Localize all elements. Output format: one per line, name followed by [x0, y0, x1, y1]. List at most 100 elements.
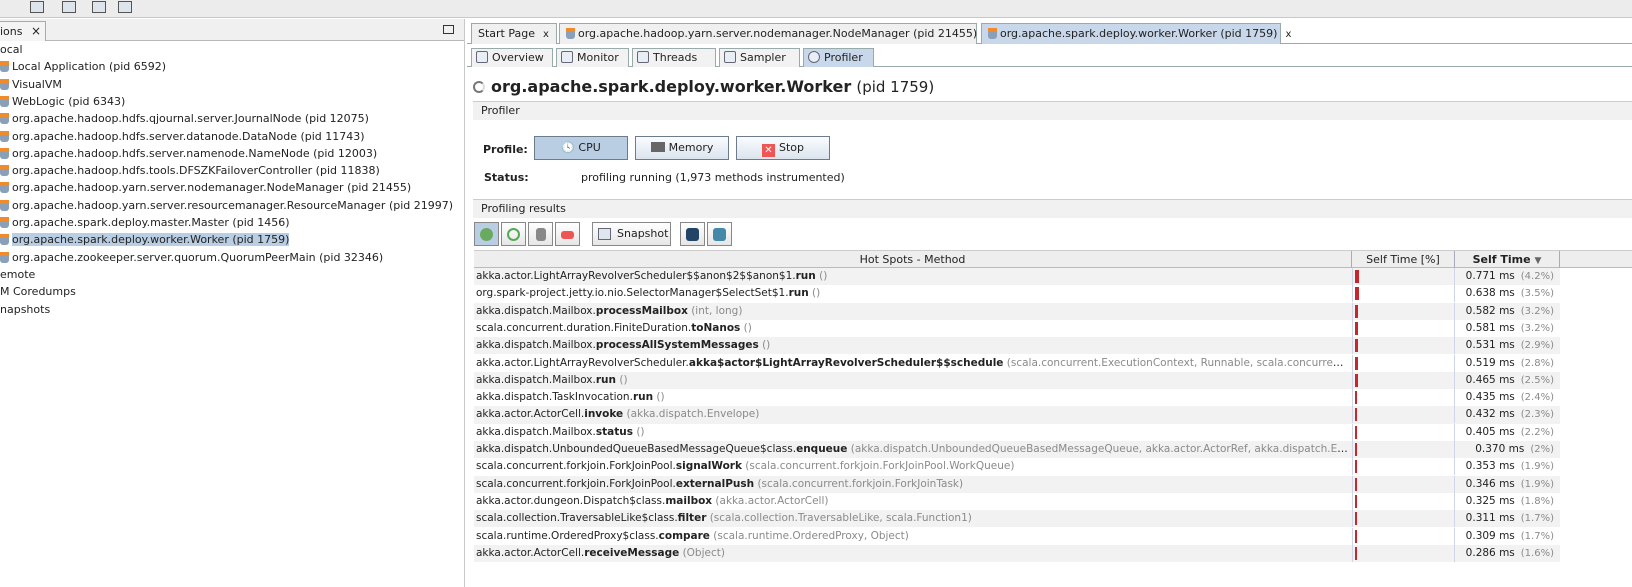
applications-panel-header: ions × — [0, 19, 464, 41]
applications-tab[interactable]: ions × — [0, 21, 46, 41]
stop-label: Stop — [778, 141, 804, 154]
refresh-button[interactable] — [501, 222, 526, 246]
method-class: scala.concurrent.duration.FiniteDuration… — [476, 321, 692, 334]
heap-dump-icon[interactable] — [92, 1, 106, 13]
tree-item[interactable]: M Coredumps — [0, 283, 76, 300]
tab-threads[interactable]: Threads — [632, 48, 716, 67]
tree-item-label: org.apache.hadoop.hdfs.tools.DFSZKFailov… — [12, 164, 380, 178]
table-row[interactable]: scala.collection.TraversableLike$class.f… — [474, 510, 1560, 528]
add-jmx-icon[interactable] — [30, 1, 44, 13]
method-cell: scala.concurrent.duration.FiniteDuration… — [476, 320, 1350, 337]
method-name: run — [632, 391, 654, 404]
self-time-cell: 0.325 ms (1.8%) — [1455, 493, 1558, 510]
auto-refresh-button[interactable] — [474, 222, 499, 246]
snapshot-icon[interactable] — [118, 1, 132, 13]
table-row[interactable]: scala.concurrent.duration.FiniteDuration… — [474, 319, 1560, 337]
tree-item[interactable]: emote — [0, 266, 35, 283]
snapshot-button[interactable]: Snapshot — [592, 222, 671, 246]
table-row[interactable]: akka.dispatch.UnboundedQueueBasedMessage… — [474, 441, 1560, 459]
method-cell: akka.dispatch.Mailbox.run () — [476, 372, 1350, 389]
tree-item[interactable]: org.apache.spark.deploy.master.Master (p… — [0, 214, 290, 231]
tree-item-label: org.apache.hadoop.yarn.server.nodemanage… — [12, 181, 412, 195]
tab-sampler[interactable]: Sampler — [719, 48, 800, 67]
table-row[interactable]: akka.dispatch.Mailbox.processMailbox (in… — [474, 302, 1560, 320]
close-icon[interactable]: × — [31, 24, 41, 38]
table-row[interactable]: akka.actor.LightArrayRevolverScheduler$$… — [474, 268, 1560, 286]
java-cup-icon — [0, 199, 9, 211]
document-tab[interactable]: org.apache.hadoop.yarn.server.nodemanage… — [559, 23, 991, 44]
method-args: () — [740, 321, 752, 334]
tree-item[interactable]: ocal — [0, 41, 23, 58]
document-tab[interactable]: Start Page x — [471, 23, 557, 44]
method-args: (scala.runtime.OrderedProxy, Object) — [709, 529, 909, 542]
table-row[interactable]: akka.actor.LightArrayRevolverScheduler.a… — [474, 354, 1560, 372]
table-row[interactable]: akka.dispatch.Mailbox.run () 0.465 ms (2.5… — [474, 371, 1560, 390]
tree-item[interactable]: org.apache.hadoop.yarn.server.resourcema… — [0, 197, 453, 214]
self-time-percent: (1.9%) — [1520, 478, 1554, 490]
self-time-bar — [1355, 477, 1357, 491]
self-time-value: 0.311 ms — [1465, 512, 1515, 525]
self-time-cell: 0.519 ms (2.8%) — [1455, 355, 1558, 372]
minimize-icon[interactable] — [443, 25, 454, 34]
table-row[interactable]: akka.dispatch.Mailbox.status () 0.405 ms (… — [474, 423, 1560, 441]
reset-button[interactable] — [528, 222, 553, 246]
table-row[interactable]: akka.actor.dungeon.Dispatch$class.mailbo… — [474, 492, 1560, 510]
table-row[interactable]: scala.concurrent.forkjoin.ForkJoinPool.s… — [474, 458, 1560, 476]
table-row[interactable]: akka.actor.ActorCell.invoke (akka.dispat… — [474, 406, 1560, 424]
tree-item-label: napshots — [0, 302, 51, 316]
table-row[interactable]: akka.actor.ActorCell.receiveMessage (Obj… — [474, 544, 1560, 563]
tree-item[interactable]: napshots — [0, 301, 50, 318]
export-button[interactable] — [555, 222, 580, 246]
self-time-percent: (2%) — [1530, 444, 1554, 455]
save-button[interactable] — [680, 222, 705, 246]
document-tab[interactable]: org.apache.spark.deploy.worker.Worker (p… — [981, 23, 1291, 44]
column-method[interactable]: Hot Spots - Method — [474, 251, 1352, 268]
tab-profiler[interactable]: Profiler — [803, 48, 874, 67]
tree-item[interactable]: org.apache.hadoop.hdfs.server.namenode.N… — [0, 145, 377, 162]
self-time-bar-cell — [1352, 527, 1455, 545]
method-cell: scala.collection.TraversableLike$class.f… — [476, 510, 1350, 527]
tree-item-label: VisualVM — [12, 77, 62, 91]
self-time-bar — [1355, 494, 1357, 508]
sort-desc-icon: ▼ — [1534, 256, 1542, 266]
tree-item[interactable]: org.apache.hadoop.hdfs.server.datanode.D… — [0, 128, 365, 145]
table-row[interactable]: org.spark-project.jetty.io.nio.SelectorM… — [474, 285, 1560, 303]
table-row[interactable]: akka.dispatch.Mailbox.processAllSystemMe… — [474, 337, 1560, 355]
column-self-time[interactable]: Self Time ▼ — [1455, 251, 1560, 268]
tree-item[interactable]: org.apache.hadoop.yarn.server.nodemanage… — [0, 179, 411, 196]
tree-item[interactable]: VisualVM — [0, 76, 62, 93]
self-time-value: 0.286 ms — [1465, 546, 1515, 559]
tree-item[interactable]: org.apache.hadoop.hdfs.qjournal.server.J… — [0, 110, 369, 127]
visualvm-icon — [0, 78, 9, 90]
tree-item[interactable]: WebLogic (pid 6343) — [0, 93, 125, 110]
method-args: (akka.actor.ActorCell) — [712, 494, 829, 507]
tree-item[interactable]: org.apache.spark.deploy.worker.Worker (p… — [0, 231, 290, 248]
cpu-button[interactable]: 🕓 CPU — [534, 136, 628, 160]
stop-button[interactable]: ✕ Stop — [736, 136, 830, 160]
table-row[interactable]: scala.runtime.OrderedProxy$class.compare… — [474, 527, 1560, 545]
save-image-button[interactable] — [707, 222, 732, 246]
method-cell: scala.concurrent.forkjoin.ForkJoinPool.e… — [476, 476, 1350, 493]
close-tab-icon[interactable]: x — [543, 29, 549, 40]
self-time-percent: (2.9%) — [1520, 340, 1554, 352]
profiler-icon — [808, 51, 820, 63]
self-time-percent: (1.7%) — [1520, 530, 1554, 542]
tree-item[interactable]: Local Application (pid 6592) — [0, 58, 166, 75]
column-self-time-pct[interactable]: Self Time [%] — [1352, 251, 1455, 268]
close-tab-icon[interactable]: x — [1285, 29, 1291, 40]
jmx-icon[interactable] — [62, 1, 76, 13]
java-cup-icon — [0, 182, 9, 194]
self-time-cell: 0.311 ms (1.7%) — [1455, 510, 1558, 527]
self-time-cell: 0.582 ms (3.2%) — [1455, 303, 1558, 320]
tab-monitor[interactable]: Monitor — [556, 48, 629, 67]
tree-item[interactable]: org.apache.zookeeper.server.quorum.Quoru… — [0, 249, 383, 266]
self-time-percent: (1.6%) — [1520, 547, 1554, 559]
self-time-percent: (2.4%) — [1520, 392, 1554, 404]
table-row[interactable]: scala.concurrent.forkjoin.ForkJoinPool.e… — [474, 475, 1560, 493]
self-time-percent: (4.2%) — [1520, 271, 1554, 282]
tab-overview[interactable]: Overview — [471, 48, 553, 67]
table-row[interactable]: akka.dispatch.TaskInvocation.run () 0.435… — [474, 389, 1560, 407]
tree-item[interactable]: org.apache.hadoop.hdfs.tools.DFSZKFailov… — [0, 162, 380, 179]
memory-button[interactable]: Memory — [635, 136, 729, 160]
self-time-bar — [1355, 304, 1359, 318]
